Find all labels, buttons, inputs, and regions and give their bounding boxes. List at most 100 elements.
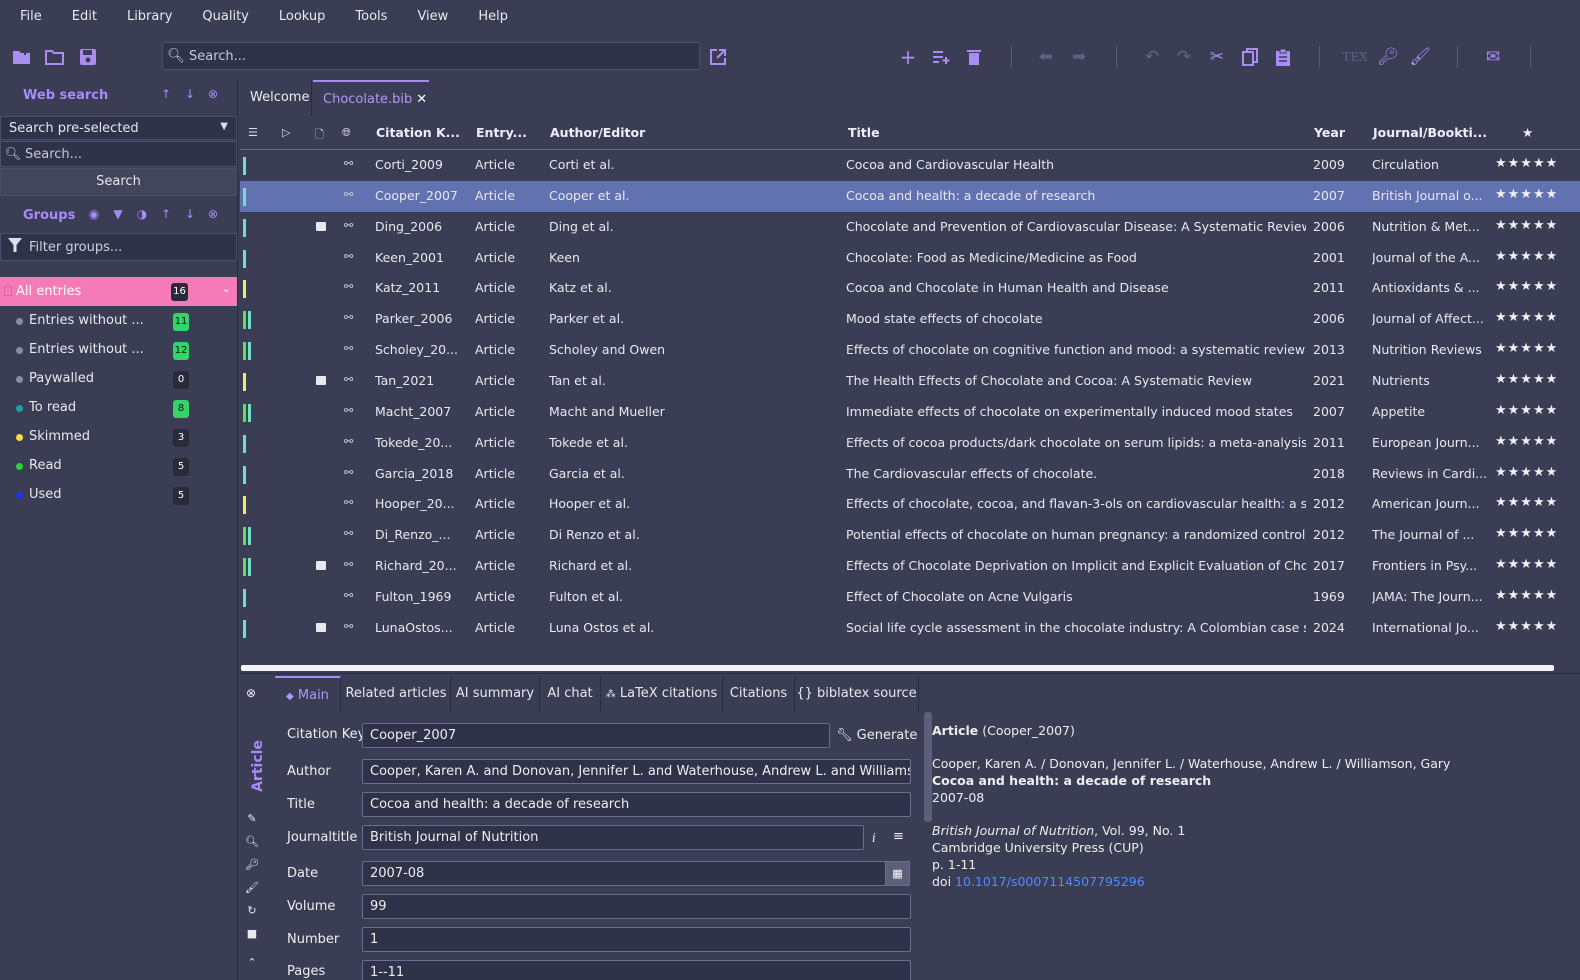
pdf-file-icon[interactable] [316, 561, 326, 571]
link-icon[interactable]: ⚯ [344, 342, 353, 355]
col-journal[interactable]: Journal/Bookti... [1373, 125, 1487, 140]
ranking-stars[interactable]: ★★★★★ [1495, 403, 1558, 418]
link-icon[interactable]: ⚯ [344, 404, 353, 417]
copy-icon[interactable] [1238, 45, 1262, 69]
link-icon[interactable]: ⚯ [344, 620, 353, 633]
table-row[interactable]: ⚯ Tan_2021 Article Tan et al. The Health Eff… [240, 366, 1580, 397]
ranking-stars[interactable]: ★★★★★ [1495, 557, 1558, 572]
back-icon[interactable]: ⬅ [1034, 45, 1058, 69]
ranking-stars[interactable]: ★★★★★ [1495, 310, 1558, 325]
invert-icon[interactable]: ◑ [134, 207, 150, 221]
global-search-input[interactable]: 🔍︎ Search... [162, 42, 700, 70]
web-search-input[interactable]: 🔍︎ Search... [0, 141, 237, 167]
link-icon[interactable]: ⚯ [344, 157, 353, 170]
email-icon[interactable]: ✉ [1481, 45, 1505, 69]
col-author[interactable]: Author/Editor [550, 125, 645, 140]
tab-biblatex-source[interactable]: {} biblatex source [795, 676, 919, 712]
ranking-stars[interactable]: ★★★★★ [1495, 249, 1558, 264]
vertical-scrollbar[interactable] [924, 712, 932, 822]
web-search-button[interactable]: Search [0, 168, 237, 196]
forward-icon[interactable]: ➡ [1067, 45, 1091, 69]
link-icon[interactable]: ⚯ [344, 188, 353, 201]
ranking-stars[interactable]: ★★★★★ [1495, 588, 1558, 603]
tab-main[interactable]: ◆ Main [275, 676, 341, 712]
ranking-stars[interactable]: ★★★★★ [1495, 434, 1558, 449]
link-icon[interactable]: ⚯ [344, 311, 353, 324]
pages-field[interactable]: 1--11 [362, 960, 911, 980]
volume-field[interactable]: 99 [362, 894, 911, 919]
link-icon[interactable]: ⚯ [344, 466, 353, 479]
table-row[interactable]: ⚯ Richard_20... Article Richard et al. Effec… [240, 551, 1580, 582]
table-row[interactable]: ⚯ Macht_2007 Article Macht and Mueller Immed… [240, 397, 1580, 428]
info-icon[interactable]: i [872, 831, 876, 845]
title-field[interactable]: Cocoa and health: a decade of research [362, 792, 911, 817]
table-row[interactable]: ⚯ Scholey_20... Article Scholey and Owen Eff… [240, 335, 1580, 366]
col-entry-type[interactable]: Entry... [476, 125, 527, 140]
group-item[interactable]: Used 5 [0, 481, 237, 510]
open-library-icon[interactable] [43, 45, 67, 69]
menu-tools[interactable]: Tools [340, 0, 402, 34]
cleanup-icon[interactable]: 🖌︎ [245, 881, 259, 894]
ranking-stars[interactable]: ★★★★★ [1495, 465, 1558, 480]
number-field[interactable]: 1 [362, 927, 911, 952]
link-icon[interactable]: ⚯ [344, 219, 353, 232]
lookup-icon[interactable]: 🔑︎ [1376, 45, 1400, 69]
generate-button[interactable]: 🔧︎ Generate [836, 728, 917, 743]
calendar-icon[interactable]: ▦ [885, 861, 910, 886]
move-up-icon[interactable]: ↑ [158, 87, 174, 101]
link-icon[interactable]: ⚯ [344, 373, 353, 386]
menu-edit[interactable]: Edit [57, 0, 112, 34]
delete-icon[interactable]: ■ [245, 927, 259, 940]
ranking-stars[interactable]: ★★★★★ [1495, 619, 1558, 634]
save-icon[interactable] [76, 45, 100, 69]
ranking-stars[interactable]: ★★★★★ [1495, 156, 1558, 171]
tab-ai-chat[interactable]: AI chat [540, 676, 601, 712]
cut-icon[interactable]: ✂ [1205, 45, 1229, 69]
filter-icon[interactable]: ▼ [110, 207, 126, 221]
redo-icon[interactable]: ↷ [1172, 45, 1196, 69]
tab-ai-summary[interactable]: AI summary [451, 676, 540, 712]
col-year[interactable]: Year [1314, 125, 1345, 140]
table-row[interactable]: ⚯ Keen_2001 Article Keen Chocolate: Food as … [240, 243, 1580, 274]
chevron-up-icon[interactable]: ⌃ [245, 956, 259, 969]
group-column-icon[interactable]: ☰ [248, 126, 258, 139]
table-row[interactable]: ⚯ Fulton_1969 Article Fulton et al. Effect o… [240, 582, 1580, 613]
file-column-icon[interactable]: 🗋︎ [315, 126, 324, 145]
group-item[interactable]: Entries without ... 12 [0, 336, 237, 365]
menu-file[interactable]: File [0, 0, 57, 34]
table-row[interactable]: ⚯ Cooper_2007 Article Cooper et al. Cocoa an… [240, 180, 1580, 212]
menu-help[interactable]: Help [463, 0, 523, 34]
close-icon[interactable]: ⊗ [205, 207, 221, 221]
ranking-stars[interactable]: ★★★★★ [1495, 526, 1558, 541]
col-ranking-star-icon[interactable]: ★ [1522, 125, 1533, 140]
paste-icon[interactable] [1271, 45, 1295, 69]
table-row[interactable]: ⚯ Ding_2006 Article Ding et al. Chocolate an… [240, 212, 1580, 243]
push-to-tex-icon[interactable]: TEX [1342, 45, 1367, 69]
table-row[interactable]: ⚯ LunaOstos... Article Luna Ostos et al. Soc… [240, 613, 1580, 644]
horizontal-scrollbar[interactable] [241, 665, 1554, 671]
search-icon[interactable]: 🔍︎ [245, 835, 259, 848]
open-search-window-icon[interactable] [706, 45, 730, 69]
link-icon[interactable]: ⚯ [344, 250, 353, 263]
undo-icon[interactable]: ↶ [1140, 45, 1164, 69]
group-item[interactable]: Skimmed 3 [0, 423, 237, 452]
close-tab-icon[interactable]: ✕ [416, 92, 427, 107]
pdf-file-icon[interactable] [316, 375, 326, 385]
refresh-icon[interactable]: ↻ [245, 904, 259, 917]
col-citation-key[interactable]: Citation K... [376, 125, 460, 140]
table-row[interactable]: ⚯ Parker_2006 Article Parker et al. Mood sta… [240, 304, 1580, 335]
filter-groups-input[interactable]: Filter groups... [0, 233, 237, 261]
tab-related-articles[interactable]: Related articles [342, 676, 451, 712]
table-row[interactable]: ⚯ Di_Renzo_... Article Di Renzo et al. Poten… [240, 520, 1580, 551]
move-down-icon[interactable]: ↓ [182, 207, 198, 221]
col-title[interactable]: Title [848, 125, 880, 140]
link-icon[interactable]: ⚯ [344, 527, 353, 540]
pdf-file-icon[interactable] [316, 221, 326, 231]
ranking-stars[interactable]: ★★★★★ [1495, 187, 1558, 202]
align-icon[interactable]: ≡ [893, 829, 904, 844]
move-up-icon[interactable]: ↑ [158, 207, 174, 221]
tab-latex-citations[interactable]: ⁂ LaTeX citations [601, 676, 723, 712]
tab-welcome[interactable]: Welcome [240, 80, 312, 116]
close-editor-icon[interactable]: ⊗ [246, 686, 256, 700]
author-field[interactable]: Cooper, Karen A. and Donovan, Jennifer L… [362, 759, 911, 784]
